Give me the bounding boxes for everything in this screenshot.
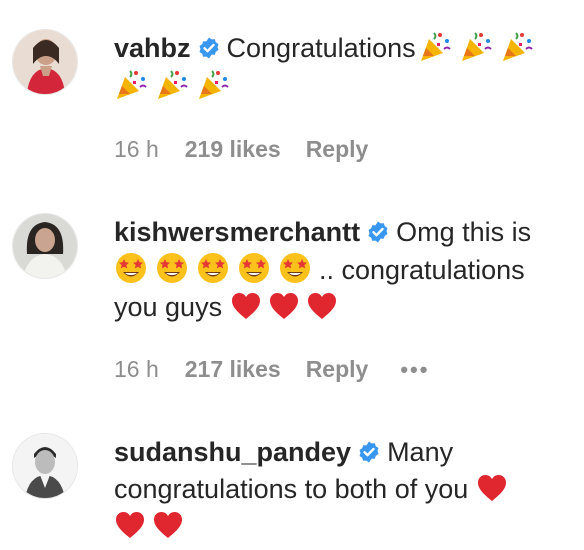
- verified-badge-icon: [197, 36, 221, 60]
- red-heart-icon: [268, 290, 300, 322]
- avatar-photo-kishwersmerchantt: [13, 214, 77, 278]
- party-popper-icon: [196, 67, 230, 101]
- red-heart-icon: [306, 290, 338, 322]
- comment-username[interactable]: vahbz: [114, 33, 191, 63]
- comment-body: vahbz Congratulations: [114, 29, 566, 105]
- star-struck-icon: [155, 251, 189, 285]
- star-struck-icon: [237, 251, 271, 285]
- more-options-icon[interactable]: •••: [400, 357, 429, 383]
- party-popper-icon: [500, 29, 534, 63]
- star-struck-icon: [196, 251, 230, 285]
- comment-username[interactable]: sudanshu_pandey: [114, 437, 351, 467]
- avatar-photo-vahbz: [13, 30, 77, 94]
- party-popper-icon: [114, 67, 148, 101]
- red-heart-icon: [114, 509, 146, 541]
- comment-text: you guys: [114, 292, 223, 322]
- verified-badge-icon: [366, 220, 390, 244]
- party-popper-icon: [418, 29, 452, 63]
- reply-button[interactable]: Reply: [306, 356, 369, 383]
- comment-meta: 16 h 217 likes Reply •••: [114, 356, 429, 383]
- star-struck-icon: [114, 251, 148, 285]
- avatar[interactable]: [13, 30, 77, 94]
- verified-badge-icon: [357, 440, 381, 464]
- star-struck-icon: [278, 251, 312, 285]
- comment-likes[interactable]: 217 likes: [185, 356, 281, 383]
- avatar[interactable]: [13, 434, 77, 498]
- comment-time[interactable]: 16 h: [114, 356, 159, 383]
- comment-time[interactable]: 16 h: [114, 136, 159, 163]
- comment-body: kishwersmerchantt Omg this is .. congratul…: [114, 214, 566, 326]
- party-popper-icon: [459, 29, 493, 63]
- red-heart-icon: [476, 472, 508, 504]
- comment-likes[interactable]: 219 likes: [185, 136, 281, 163]
- comment-text: Congratulations: [226, 33, 416, 63]
- avatar-photo-sudanshu_pandey: [13, 434, 77, 498]
- red-heart-icon: [230, 290, 262, 322]
- reply-button[interactable]: Reply: [306, 136, 369, 163]
- comment-username[interactable]: kishwersmerchantt: [114, 217, 360, 247]
- comment-text: Omg this is: [396, 217, 532, 247]
- comment-body: sudanshu_pandey Many congratulations to bo…: [114, 434, 566, 545]
- avatar[interactable]: [13, 214, 77, 278]
- comment-text: Many: [387, 437, 454, 467]
- party-popper-icon: [155, 67, 189, 101]
- comment-text: .. congratulations: [319, 255, 525, 285]
- comment-meta: 16 h 219 likes Reply: [114, 136, 368, 163]
- red-heart-icon: [152, 509, 184, 541]
- comment-text: congratulations to both of you: [114, 474, 469, 504]
